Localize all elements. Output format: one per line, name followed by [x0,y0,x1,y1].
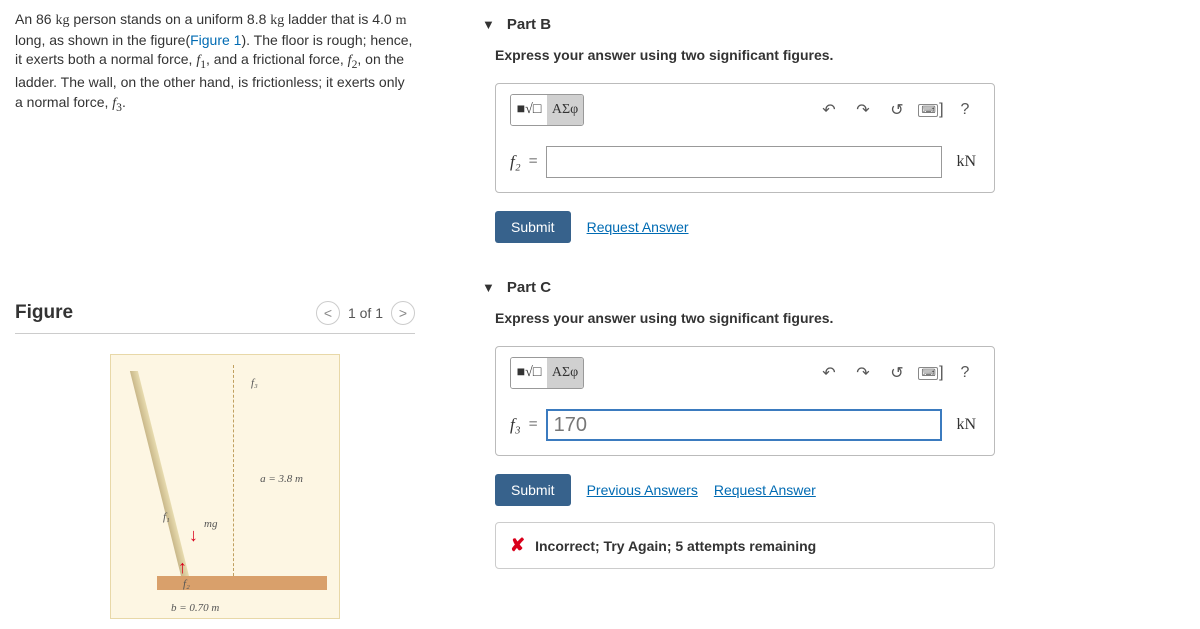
reset-icon[interactable]: ↺ [882,96,912,124]
part-b-submit-button[interactable]: Submit [495,211,571,243]
part-c-submit-button[interactable]: Submit [495,474,571,506]
part-c-previous-answers-link[interactable]: Previous Answers [587,482,698,498]
part-b-unit: kN [956,153,976,171]
part-b-instruction: Express your answer using two significan… [495,47,1190,63]
figure-image: ↑ ↓ a = 3.8 m b = 0.70 m f₁ f₂ f₃ mg [110,354,340,619]
part-b: ▼ Part B Express your answer using two s… [440,10,1190,243]
figure-prev-button[interactable]: < [316,301,340,325]
chevron-down-icon: ▼ [482,280,495,295]
greek-button[interactable]: ΑΣφ [547,358,583,388]
templates-button[interactable]: ■√□ [511,95,547,125]
part-c-variable: f₃ [510,415,521,435]
part-c-request-answer-link[interactable]: Request Answer [714,482,816,498]
help-icon[interactable]: ? [950,359,980,387]
redo-icon[interactable]: ↷ [848,359,878,387]
part-c-instruction: Express your answer using two significan… [495,310,1190,326]
figure-title: Figure [15,302,73,324]
help-icon[interactable]: ? [950,96,980,124]
chevron-down-icon: ▼ [482,17,495,32]
part-b-variable: f₂ [510,152,521,172]
part-b-answer-box: ■√□ ΑΣφ ↶ ↷ ↺ ⌨ ] ? f₂ = kN [495,83,995,193]
part-c-unit: kN [956,416,976,434]
problem-statement: An 86 kg person stands on a uniform 8.8 … [15,10,415,116]
redo-icon[interactable]: ↷ [848,96,878,124]
part-c-answer-box: ■√□ ΑΣφ ↶ ↷ ↺ ⌨ ] ? f₃ = kN [495,346,995,456]
figure-next-button[interactable]: > [391,301,415,325]
figure-link[interactable]: Figure 1 [190,32,241,48]
reset-icon[interactable]: ↺ [882,359,912,387]
incorrect-icon: ✘ [510,535,525,556]
part-c-feedback: ✘ Incorrect; Try Again; 5 attempts remai… [495,522,995,569]
greek-button[interactable]: ΑΣφ [547,95,583,125]
part-b-header[interactable]: ▼ Part B [440,10,1190,47]
templates-button[interactable]: ■√□ [511,358,547,388]
undo-icon[interactable]: ↶ [814,96,844,124]
part-c-input[interactable] [546,409,943,441]
part-c: ▼ Part C Express your answer using two s… [440,273,1190,569]
part-c-header[interactable]: ▼ Part C [440,273,1190,310]
keyboard-icon[interactable]: ⌨ ] [916,359,946,387]
part-b-input[interactable] [546,146,943,178]
part-b-request-answer-link[interactable]: Request Answer [587,219,689,235]
keyboard-icon[interactable]: ⌨ ] [916,96,946,124]
figure-counter: 1 of 1 [348,305,383,321]
undo-icon[interactable]: ↶ [814,359,844,387]
